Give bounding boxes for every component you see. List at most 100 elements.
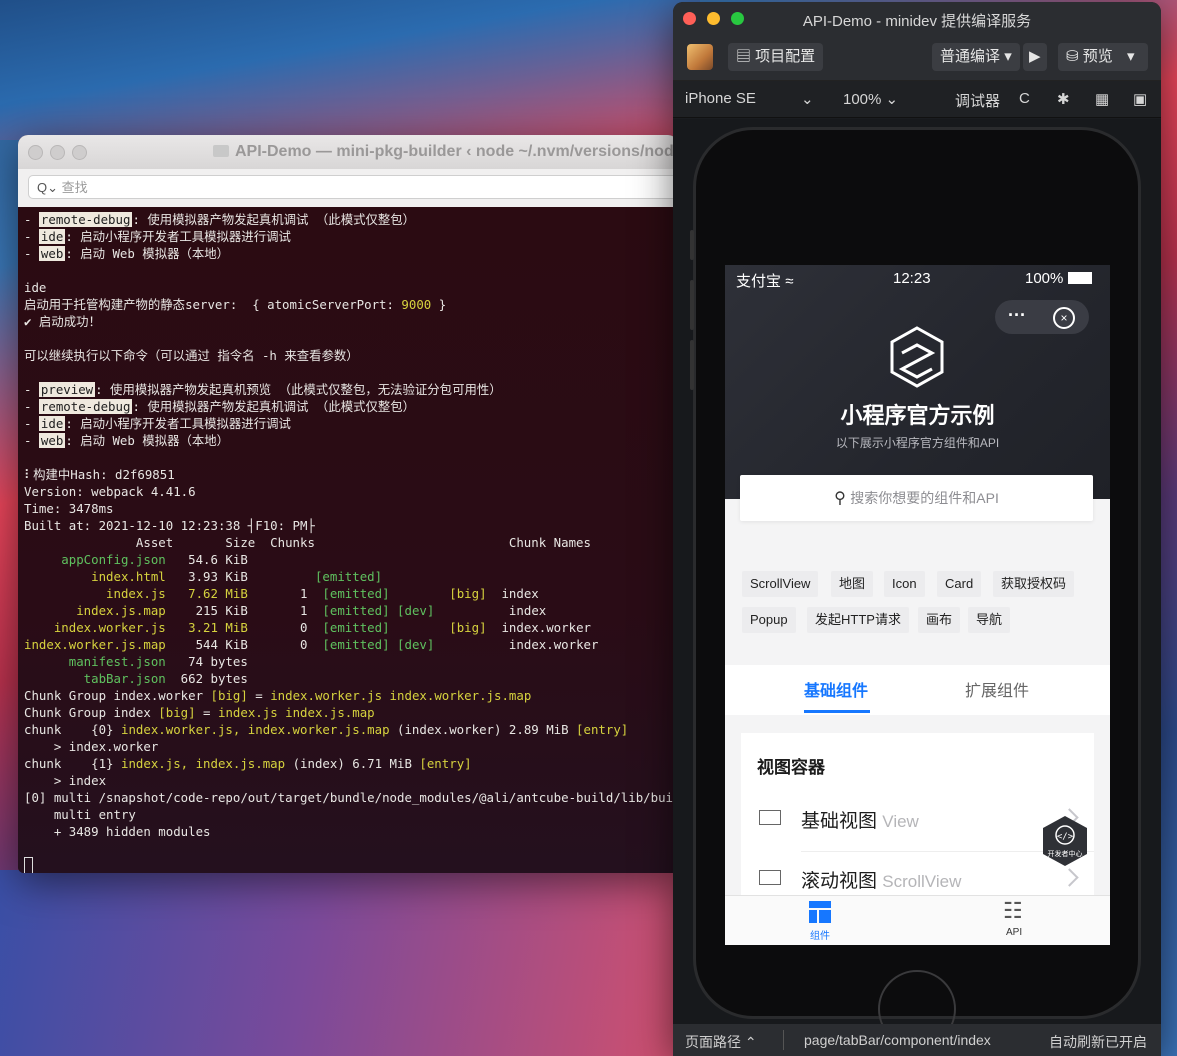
tag-item[interactable]: Icon — [884, 571, 925, 597]
ide-window[interactable]: API-Demo - minidev 提供编译服务 ▤ 项目配置 普通编译 ▾ … — [673, 2, 1161, 1056]
debugger-button[interactable]: 调试器 — [955, 90, 1000, 111]
line: [0] multi /snapshot/code-repo/out/target… — [24, 790, 678, 805]
terminal-title-text: API-Demo — mini-pkg-builder ‹ node ~/.nv… — [235, 143, 678, 160]
find-placeholder: 查找 — [61, 180, 88, 195]
tag-item[interactable]: Card — [937, 571, 982, 597]
battery: 100% — [1025, 270, 1092, 287]
ide-statusbar: 页面路径 ⌃ page/tabBar/component/index 自动刷新已… — [673, 1024, 1161, 1056]
asset-chunk-names: index — [494, 603, 547, 618]
refresh-icon[interactable]: C — [1019, 90, 1030, 107]
tab-extended-components[interactable]: 扩展组件 — [965, 677, 1029, 701]
project-config-button[interactable]: ▤ 项目配置 — [728, 43, 824, 71]
line: [entry] — [419, 756, 472, 771]
page-path[interactable]: page/tabBar/component/index — [804, 1032, 991, 1048]
zoom-select[interactable]: 100% ⌄ — [843, 90, 898, 108]
asset-big — [434, 603, 494, 618]
page-path-toggle[interactable]: 页面路径 ⌃ — [685, 1032, 757, 1052]
project-avatar[interactable] — [687, 44, 713, 70]
zoom-button[interactable] — [72, 145, 87, 160]
close-circle-icon[interactable]: × — [1053, 307, 1075, 329]
ide-titlebar[interactable]: API-Demo - minidev 提供编译服务 — [673, 2, 1161, 36]
line: Version: webpack 4.41.6 — [24, 484, 196, 499]
phone-side-button — [690, 280, 694, 330]
line: Chunk Group index.worker — [24, 688, 211, 703]
chevron-right-icon — [1060, 868, 1079, 887]
phone-side-button — [690, 230, 694, 260]
device-select[interactable]: iPhone SE — [685, 90, 756, 107]
line: 启动用于托管构建产物的静态server: { atomicServerPort: — [24, 297, 402, 312]
tag-item[interactable]: 地图 — [831, 571, 874, 597]
auto-refresh-status[interactable]: 自动刷新已开启 — [1049, 1032, 1147, 1052]
tag-item[interactable]: 获取授权码 — [993, 571, 1075, 597]
asset-big — [434, 637, 494, 652]
tag-item[interactable]: 画布 — [918, 607, 961, 633]
compile-button[interactable]: ▶ — [1023, 43, 1047, 71]
success-line: ✔ 启动成功！ — [24, 314, 101, 329]
line: chunk {0} — [24, 722, 121, 737]
line: : 启动小程序开发者工具模拟器进行调试 — [65, 229, 291, 244]
close-button[interactable] — [28, 145, 43, 160]
tag-item[interactable]: Popup — [742, 607, 796, 633]
dev-center-button[interactable]: </> 开发者中心 — [1041, 815, 1089, 867]
find-input[interactable]: Q⌄ 查找 — [28, 175, 678, 199]
asset-size: 215 KiB — [165, 603, 248, 618]
line: multi entry — [24, 807, 136, 822]
terminal-window[interactable]: API-Demo — mini-pkg-builder ‹ node ~/.nv… — [18, 135, 678, 873]
line: chunk {1} — [24, 756, 121, 771]
asset-chunk-names: index.worker — [494, 637, 599, 652]
components-icon — [809, 901, 831, 908]
line: > index.worker — [24, 739, 159, 754]
tag-item[interactable]: 导航 — [968, 607, 1011, 633]
terminal-output[interactable]: - remote-debug: 使用模拟器产物发起真机调试 （此模式仅整包） -… — [18, 207, 678, 873]
section-title: 视图容器 — [757, 758, 825, 777]
clear-cache-icon[interactable]: ▣ — [1133, 90, 1147, 108]
cmd-tag: remote-debug — [38, 399, 133, 414]
terminal-cursor — [24, 857, 33, 873]
tag-item[interactable]: 发起HTTP请求 — [807, 607, 909, 633]
component-search-input[interactable]: ⚲ 搜索你想要的组件和API — [740, 475, 1093, 521]
cmd-tag: ide — [38, 229, 66, 244]
preview-button[interactable]: ⛁ 预览 ▾ — [1058, 43, 1148, 71]
line: Chunk Group index — [24, 705, 159, 720]
cmd-tag: ide — [38, 416, 66, 431]
minimize-button[interactable] — [50, 145, 65, 160]
terminal-titlebar[interactable]: API-Demo — mini-pkg-builder ‹ node ~/.nv… — [18, 135, 678, 169]
battery-icon — [1067, 272, 1092, 284]
folder-icon — [213, 145, 229, 157]
asset-chunks — [248, 569, 315, 584]
list-item-label: 滚动视图 ScrollView — [801, 866, 961, 893]
asset-row: index.worker.js.map 544 KiB 0 [emitted] … — [24, 637, 598, 652]
grid-icon[interactable]: ▦ — [1095, 90, 1109, 108]
line: Time: 3478ms — [24, 501, 114, 516]
asset-row: index.worker.js 3.21 MiB 0 [emitted] [bi… — [24, 620, 591, 635]
asset-big: [big] — [389, 620, 487, 635]
cmd-tag: web — [38, 433, 66, 448]
status-bar: 支付宝 ≈ 12:23 100% — [725, 265, 1110, 293]
dev-center-label: 开发者中心 — [1047, 851, 1083, 858]
table-header: Asset Size Chunks Chunk Names — [24, 535, 591, 550]
pin-icon[interactable]: ✱ — [1057, 90, 1070, 108]
asset-table: appConfig.json 54.6 KiB index.html 3.93 … — [24, 552, 598, 686]
tag-item[interactable]: ScrollView — [742, 571, 819, 597]
tabbar-item-components[interactable] — [809, 901, 831, 923]
more-icon[interactable]: ··· — [1008, 305, 1026, 326]
line: index.worker.js index.worker.js.map — [270, 688, 532, 703]
line: [entry] — [576, 722, 629, 737]
line: [big] — [158, 705, 196, 720]
cmd-tag: preview — [38, 382, 96, 397]
line: Built at: 2021-12-10 12:23:38 ┤F10: PM├ — [24, 518, 315, 533]
terminal-title: API-Demo — mini-pkg-builder ‹ node ~/.nv… — [213, 143, 678, 161]
asset-name: index.js.map — [24, 603, 166, 618]
page-subtitle: 以下展示小程序官方组件和API — [835, 436, 1000, 450]
asset-name: index.js — [24, 586, 166, 601]
active-tab-indicator — [804, 710, 870, 713]
compile-mode-select[interactable]: 普通编译 ▾ — [932, 43, 1020, 71]
sliders-icon[interactable]: ☷ — [1003, 898, 1023, 924]
clock: 12:23 — [893, 270, 931, 287]
cmd-tag: web — [38, 246, 66, 261]
chevron-down-icon[interactable]: ⌄ — [801, 90, 814, 108]
carrier: 支付宝 ≈ — [736, 270, 793, 291]
tab-basic-components[interactable]: 基础组件 — [804, 677, 868, 701]
line: ⠇构建中Hash: d2f69851 — [24, 467, 175, 482]
asset-flags: [emitted] — [322, 620, 390, 635]
